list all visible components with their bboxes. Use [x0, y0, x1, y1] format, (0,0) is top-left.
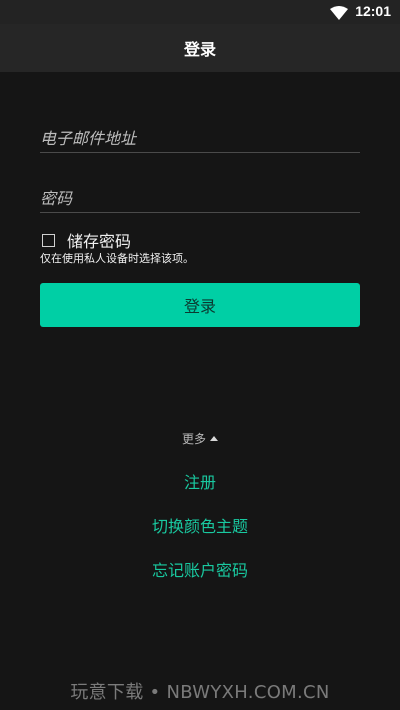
- switch-theme-link[interactable]: 切换颜色主题: [0, 513, 400, 537]
- email-field[interactable]: [40, 129, 360, 148]
- email-field-container: [40, 112, 360, 153]
- more-toggle[interactable]: 更多: [0, 430, 400, 447]
- forgot-password-link[interactable]: 忘记账户密码: [0, 557, 400, 581]
- wifi-icon: [330, 5, 348, 24]
- remember-password-label: 储存密码: [67, 232, 132, 251]
- register-link[interactable]: 注册: [0, 469, 400, 493]
- password-field[interactable]: [40, 189, 360, 208]
- remember-password-row[interactable]: 储存密码: [40, 228, 131, 252]
- status-time: 12:01: [355, 3, 391, 19]
- app-bar: 登录: [0, 24, 400, 72]
- remember-password-checkbox[interactable]: [42, 233, 55, 247]
- password-field-container: [40, 172, 360, 213]
- more-label: 更多: [181, 432, 206, 446]
- login-button[interactable]: 登录: [40, 283, 360, 327]
- caret-up-icon: [210, 436, 218, 441]
- status-bar: 12:01: [0, 0, 400, 24]
- remember-password-hint: 仅在使用私人设备时选择该项。: [40, 252, 194, 265]
- watermark: 玩意下载 • NBWYXH.COM.CN: [70, 682, 330, 703]
- page-title: 登录: [183, 40, 216, 59]
